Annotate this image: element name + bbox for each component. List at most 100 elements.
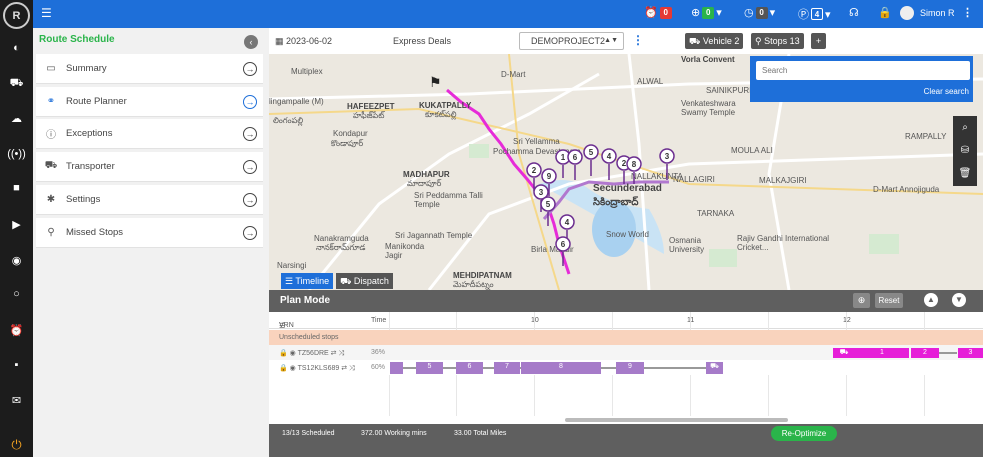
vehicle-vrn: TS12KLS689 [297, 365, 340, 372]
map-tools: ⌕ ⛁ 🗑 [953, 116, 977, 186]
project-options-icon[interactable]: ⋮ [632, 33, 644, 47]
stops-button[interactable]: ⚲ Stops 13 [751, 33, 804, 49]
more-options-icon[interactable]: ⋮ [962, 6, 973, 19]
support-icon[interactable]: ☊ [849, 6, 859, 19]
route-segment[interactable]: 5 [416, 362, 443, 374]
cloud-icon[interactable]: ☁ [0, 108, 33, 128]
route-segment[interactable]: 8 [521, 362, 601, 374]
route-segment[interactable]: 6 [456, 362, 483, 374]
chevron-down-icon[interactable]: ▼ [952, 293, 966, 307]
pin-icon: ⚲ [755, 36, 765, 46]
sidebar-item-missed-stops[interactable]: ⚲ Missed Stops → [36, 218, 263, 248]
route-segment[interactable]: 3 [958, 348, 983, 358]
sidebar-title: Route Schedule [39, 34, 115, 45]
chat-icon[interactable]: ▪ [0, 355, 33, 375]
collapse-icon[interactable]: ‹ [244, 35, 258, 49]
settings-ring-icon[interactable]: ○ [0, 284, 33, 304]
vehicle-row-2[interactable]: 🔒 ◉ TS12KLS689 ⇄ ⤨ 60% 5 6 7 8 9 ⛟ [269, 360, 983, 375]
sidebar-item-transporter[interactable]: ⛟ Transporter → [36, 152, 263, 182]
trash-icon[interactable]: 🗑 [953, 162, 977, 185]
user-menu[interactable]: Simon R [900, 6, 955, 20]
stop-marker-3b: 3 [659, 148, 675, 180]
chevron-up-icon[interactable]: ▲ [924, 293, 938, 307]
sidebar-item-label: Summary [66, 63, 107, 74]
route-segment[interactable]: 7 [494, 362, 520, 374]
transporter-icon: ⛟ [44, 160, 58, 171]
menu-icon[interactable]: ☰ [41, 6, 52, 20]
eye-icon: ◉ [289, 365, 298, 372]
svg-text:3: 3 [539, 188, 544, 197]
route-map[interactable]: Multiplex HAFEEZPET హఫీజ్‌పేట్ lingampal… [269, 54, 983, 290]
alarm-icon[interactable]: ⏰ [0, 320, 33, 340]
lock-icon[interactable]: 🔒 [878, 6, 892, 19]
arrow-right-icon[interactable]: → [243, 126, 257, 141]
reset-button[interactable]: Reset [875, 293, 903, 308]
route-segment-start[interactable] [390, 362, 403, 374]
sidebar-item-settings[interactable]: ✱ Settings → [36, 185, 263, 215]
tab-label: Dispatch [353, 276, 389, 286]
date-value: 2023-06-02 [286, 36, 333, 46]
arrow-right-icon[interactable]: → [243, 159, 257, 174]
arrow-right-icon[interactable]: → [243, 94, 257, 109]
time-indicator[interactable]: ◷ 0 ▾ [744, 6, 775, 19]
top-bar: ☰ ⏰ 0 ⊕ 0 ▾ ◷ 0 ▾ Ⓟ 4 ▾ ☊ 🔒 Simon R ⋮ [33, 0, 983, 28]
sidebar-item-exceptions[interactable]: ⓘ Exceptions → [36, 119, 263, 149]
search-icon[interactable]: ⌕ [953, 116, 977, 139]
stop-marker-4: 4 [601, 148, 617, 180]
unscheduled-row[interactable]: Unscheduled stops [269, 330, 983, 345]
p-indicator[interactable]: Ⓟ 4 ▾ [798, 6, 831, 22]
route-segment[interactable]: 9 [616, 362, 644, 374]
status-indicator[interactable]: ⊕ 0 ▾ [691, 6, 722, 19]
vehicle-row-1[interactable]: 🔒 ◉ TZ56DRE ⇄ ⤨ 36% ⛟ 1 2 3 [269, 345, 983, 360]
sidebar-item-route-planner[interactable]: ⚭ Route Planner → [36, 87, 263, 117]
truck-icon[interactable]: ⛟ [0, 74, 33, 94]
vehicle-button[interactable]: ⛟ Vehicle 2 [685, 33, 744, 49]
target-icon[interactable]: ◉ [0, 250, 33, 270]
layers-icon[interactable]: ⛁ [953, 139, 977, 162]
timeline-scrollbar[interactable] [565, 418, 788, 422]
truck-icon[interactable]: ⛟ [706, 362, 723, 374]
sidebar: Route Schedule ‹ ▭ Summary → ⚭ Route Pla… [33, 28, 269, 457]
exceptions-icon: ⓘ [46, 130, 56, 141]
clear-search-link[interactable]: Clear search [924, 87, 969, 96]
signal-icon[interactable]: ((•)) [0, 144, 33, 164]
calendar-icon: ▦ [275, 36, 287, 46]
time-count: 0 [755, 6, 768, 19]
date-display[interactable]: ▦ 2023-06-02 [275, 36, 332, 47]
tab-timeline[interactable]: ☰ Timeline [281, 273, 334, 289]
search-panel: Clear search [750, 56, 973, 102]
chevron-down-icon: ▾ [716, 7, 722, 19]
svg-text:5: 5 [546, 200, 551, 209]
arrow-right-icon[interactable]: → [243, 192, 257, 207]
plus-circle-icon: ⊕ [691, 7, 701, 19]
swap-icon: ⇄ ⤨ [328, 350, 345, 357]
dashboard-icon[interactable]: ◐ [0, 38, 33, 58]
sidebar-item-label: Route Planner [66, 96, 127, 107]
search-input[interactable] [756, 61, 970, 80]
alerts-indicator[interactable]: ⏰ 0 [644, 6, 672, 19]
route-segment[interactable]: 2 [911, 348, 939, 358]
list-icon: ☰ [285, 276, 296, 286]
add-button[interactable]: + [811, 33, 826, 49]
camera-icon[interactable]: ■ [0, 178, 33, 198]
svg-text:6: 6 [573, 153, 578, 162]
app-logo[interactable]: R [3, 2, 30, 29]
project-select[interactable]: DEMOPROJECT2 ▲▼ [519, 32, 624, 50]
truck-icon[interactable]: ⛟ [833, 348, 855, 358]
arrow-right-icon[interactable]: → [243, 61, 257, 76]
lock-icon: 🔒 [279, 350, 290, 357]
alert-count: 0 [659, 6, 672, 19]
zoom-icon[interactable]: ⊕ [853, 293, 870, 308]
mail-icon[interactable]: ✉ [0, 390, 33, 410]
sidebar-item-label: Exceptions [66, 128, 113, 139]
truck-icon: ⛟ [340, 276, 354, 286]
arrow-right-icon[interactable]: → [243, 225, 257, 240]
sidebar-item-summary[interactable]: ▭ Summary → [36, 54, 263, 84]
reoptimize-button[interactable]: Re-Optimize [771, 426, 837, 441]
route-segment[interactable]: 1 [855, 348, 909, 358]
svg-text:9: 9 [547, 172, 552, 181]
play-icon[interactable]: ▶ [0, 214, 33, 234]
tab-dispatch[interactable]: ⛟ Dispatch [336, 273, 393, 289]
col-label: VRN [279, 322, 294, 329]
power-icon[interactable]: ⏻ [0, 432, 33, 457]
